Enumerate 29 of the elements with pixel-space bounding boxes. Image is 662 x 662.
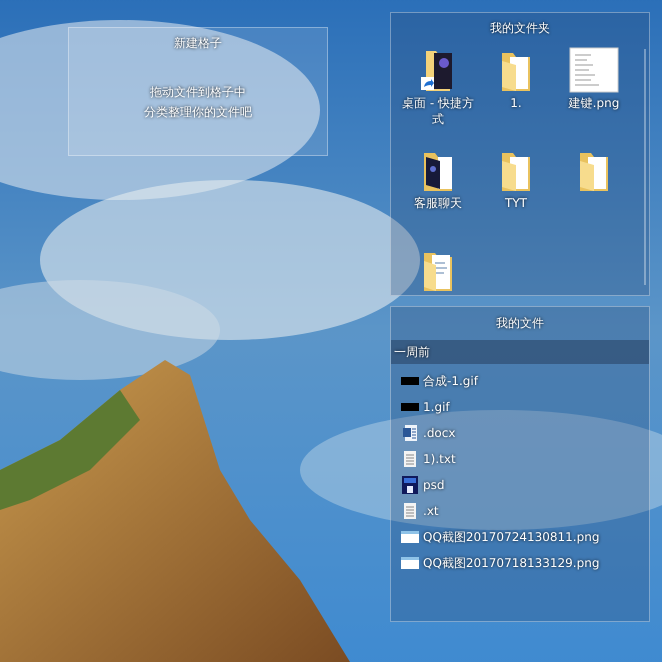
fence-title: 我的文件夹 bbox=[489, 20, 551, 37]
hint-text: 拖动文件到格子中 bbox=[150, 84, 246, 101]
desktop-item-label[interactable]: 1. bbox=[478, 95, 554, 111]
desktop-item-label[interactable]: 客服聊天 bbox=[400, 195, 476, 211]
document-file-icon bbox=[403, 425, 417, 441]
fence-title: 我的文件 bbox=[495, 315, 545, 332]
file-name[interactable]: psd bbox=[423, 478, 444, 492]
file-name[interactable]: 合成-1.gif bbox=[423, 372, 478, 390]
fence-title: 新建格子 bbox=[173, 35, 223, 52]
file-name[interactable]: QQ截图20170724130811.png bbox=[423, 528, 600, 546]
image-thumbnail-icon bbox=[569, 47, 619, 93]
group-header[interactable]: 一周前 bbox=[391, 340, 649, 364]
desktop-item-label[interactable]: TYT bbox=[478, 195, 554, 211]
file-name[interactable]: 1).txt bbox=[423, 452, 456, 466]
image-file-icon bbox=[401, 531, 419, 543]
gif-file-icon bbox=[401, 377, 419, 385]
desktop-item-label[interactable]: 建键.png bbox=[556, 95, 632, 111]
image-file-icon bbox=[401, 557, 419, 569]
text-file-icon bbox=[404, 503, 416, 519]
hint-text: 分类整理你的文件吧 bbox=[144, 104, 252, 121]
psd-file-icon bbox=[402, 476, 418, 494]
file-name[interactable]: QQ截图20170718133129.png bbox=[423, 554, 600, 572]
scrollbar[interactable] bbox=[644, 49, 646, 285]
file-name[interactable]: .xt bbox=[423, 504, 439, 518]
text-file-icon bbox=[404, 451, 416, 467]
gif-file-icon bbox=[401, 403, 419, 411]
desktop-item-label[interactable]: 桌面 - 快捷方式 bbox=[400, 95, 476, 127]
file-name[interactable]: .docx bbox=[423, 426, 456, 440]
file-name[interactable]: 1.gif bbox=[423, 400, 450, 414]
